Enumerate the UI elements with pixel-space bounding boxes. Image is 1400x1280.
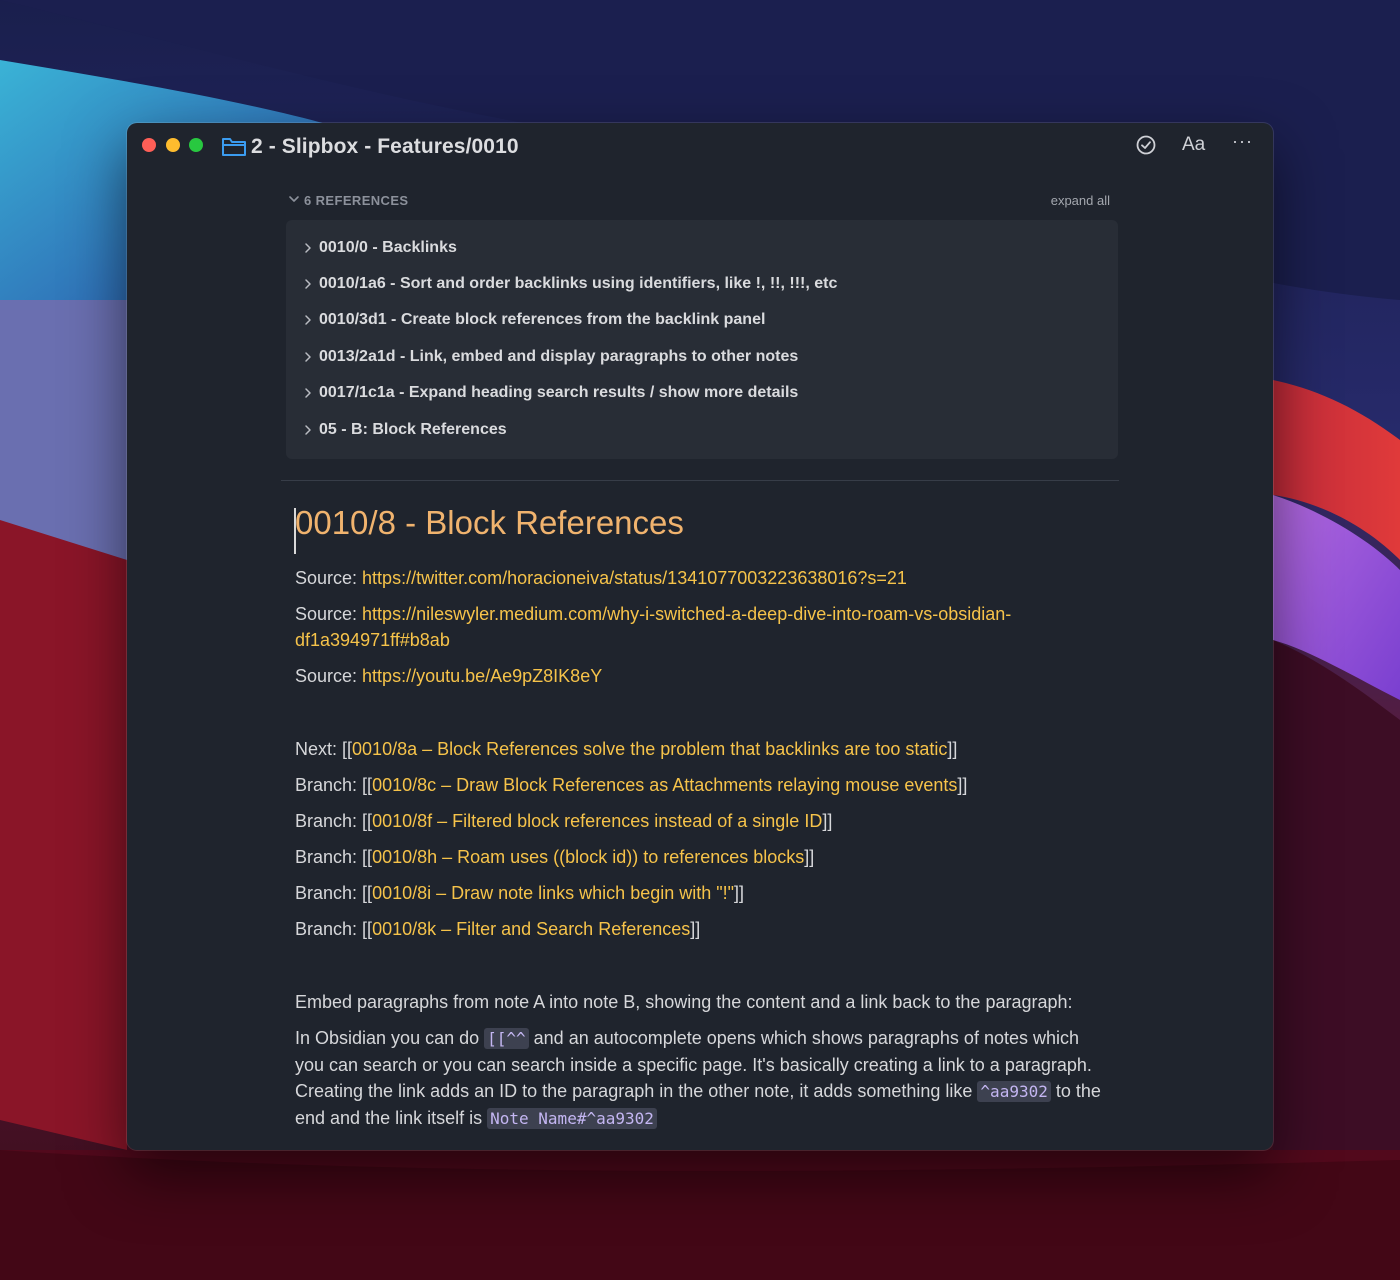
inline-code: ^aa9302	[977, 1081, 1051, 1102]
note-title[interactable]: 0010/8 - Block References	[295, 504, 684, 542]
bracket-close: ]]	[690, 919, 701, 939]
internal-link[interactable]: 0010/8i – Draw note links which begin wi…	[372, 883, 734, 903]
app-window: 2 - Slipbox - Features/0010 Aa ··· 6 REF…	[127, 123, 1273, 1150]
font-settings-button[interactable]: Aa	[1182, 134, 1205, 156]
inline-code: [[^^	[484, 1028, 529, 1049]
bracket-close: ]]	[804, 847, 815, 867]
source-link[interactable]: https://nileswyler.medium.com/why-i-swit…	[362, 604, 1011, 624]
source-link[interactable]: df1a394971ff#b8ab	[295, 630, 450, 650]
source-label: Source:	[295, 568, 363, 588]
close-window-button[interactable]	[142, 138, 156, 152]
source-line: Source: https://twitter.com/horacioneiva…	[295, 565, 907, 591]
bracket-close: ]]	[957, 775, 968, 795]
chevron-right-icon	[305, 279, 311, 289]
reference-title: 0017/1c1a - Expand heading search result…	[319, 384, 799, 401]
reference-title: 0010/0 - Backlinks	[319, 239, 457, 256]
branch-label: Branch:	[295, 847, 363, 867]
window-title: 2 - Slipbox - Features/0010	[251, 135, 519, 158]
chevron-down-icon[interactable]	[287, 192, 301, 206]
branch-label: Branch:	[295, 811, 363, 831]
branch-label: Branch:	[295, 919, 363, 939]
bracket-close: ]]	[947, 739, 958, 759]
reference-title: 0013/2a1d - Link, embed and display para…	[319, 348, 799, 365]
source-link[interactable]: https://twitter.com/horacioneiva/status/…	[362, 568, 907, 588]
reference-title: 05 - B: Block References	[319, 421, 507, 438]
inline-code: Note Name#^aa9302	[487, 1108, 657, 1129]
body-paragraph: In Obsidian you can do [[^^ and an autoc…	[295, 1025, 1113, 1132]
folder-icon	[222, 138, 246, 156]
next-link-line: Next: [[0010/8a – Block References solve…	[295, 736, 957, 762]
title-bar: 2 - Slipbox - Features/0010 Aa ···	[127, 123, 1273, 173]
more-options-button[interactable]: ···	[1232, 131, 1253, 152]
chevron-right-icon	[305, 315, 311, 325]
next-label: Next:	[295, 739, 343, 759]
source-line: Source: https://nileswyler.medium.com/wh…	[295, 601, 1011, 627]
reference-title: 0010/3d1 - Create block references from …	[319, 311, 766, 328]
chevron-right-icon	[305, 352, 311, 362]
internal-link[interactable]: 0010/8f – Filtered block references inst…	[372, 811, 822, 831]
bracket-open: [[	[362, 775, 373, 795]
chevron-right-icon	[305, 388, 311, 398]
source-label: Source:	[295, 604, 363, 624]
minimize-window-button[interactable]	[166, 138, 180, 152]
branch-link-line: Branch: [[0010/8i – Draw note links whic…	[295, 880, 744, 906]
branch-label: Branch:	[295, 883, 363, 903]
divider	[281, 480, 1119, 481]
internal-link[interactable]: 0010/8k – Filter and Search References	[372, 919, 690, 939]
chevron-right-icon	[305, 425, 311, 435]
chevron-right-icon	[305, 243, 311, 253]
internal-link[interactable]: 0010/8c – Draw Block References as Attac…	[372, 775, 957, 795]
maximize-window-button[interactable]	[189, 138, 203, 152]
internal-link[interactable]: 0010/8h – Roam uses ((block id)) to refe…	[372, 847, 804, 867]
checkmark-circle-icon[interactable]	[1135, 134, 1157, 156]
bracket-open: [[	[362, 847, 373, 867]
bracket-close: ]]	[822, 811, 833, 831]
expand-all-button[interactable]: expand all	[1051, 193, 1110, 208]
branch-link-line: Branch: [[0010/8k – Filter and Search Re…	[295, 916, 700, 942]
source-line-continued: df1a394971ff#b8ab	[295, 627, 450, 653]
branch-link-line: Branch: [[0010/8h – Roam uses ((block id…	[295, 844, 814, 870]
branch-link-line: Branch: [[0010/8f – Filtered block refer…	[295, 808, 832, 834]
paragraph-text: In Obsidian you can do	[295, 1028, 485, 1048]
references-panel: 0010/0 - Backlinks 0010/1a6 - Sort and o…	[286, 220, 1118, 459]
internal-link[interactable]: 0010/8a – Block References solve the pro…	[352, 739, 947, 759]
source-link[interactable]: https://youtu.be/Ae9pZ8IK8eY	[362, 666, 602, 686]
branch-label: Branch:	[295, 775, 363, 795]
reference-title: 0010/1a6 - Sort and order backlinks usin…	[319, 275, 838, 292]
source-line: Source: https://youtu.be/Ae9pZ8IK8eY	[295, 663, 602, 689]
bracket-open: [[	[362, 883, 373, 903]
body-paragraph: Embed paragraphs from note A into note B…	[295, 992, 1073, 1012]
references-header: 6 REFERENCES expand all	[287, 191, 1110, 211]
bracket-open: [[	[362, 919, 373, 939]
source-label: Source:	[295, 666, 363, 686]
bracket-open: [[	[362, 811, 373, 831]
bracket-close: ]]	[734, 883, 745, 903]
branch-link-line: Branch: [[0010/8c – Draw Block Reference…	[295, 772, 967, 798]
references-count: 6 REFERENCES	[304, 193, 409, 208]
bracket-open: [[	[342, 739, 353, 759]
